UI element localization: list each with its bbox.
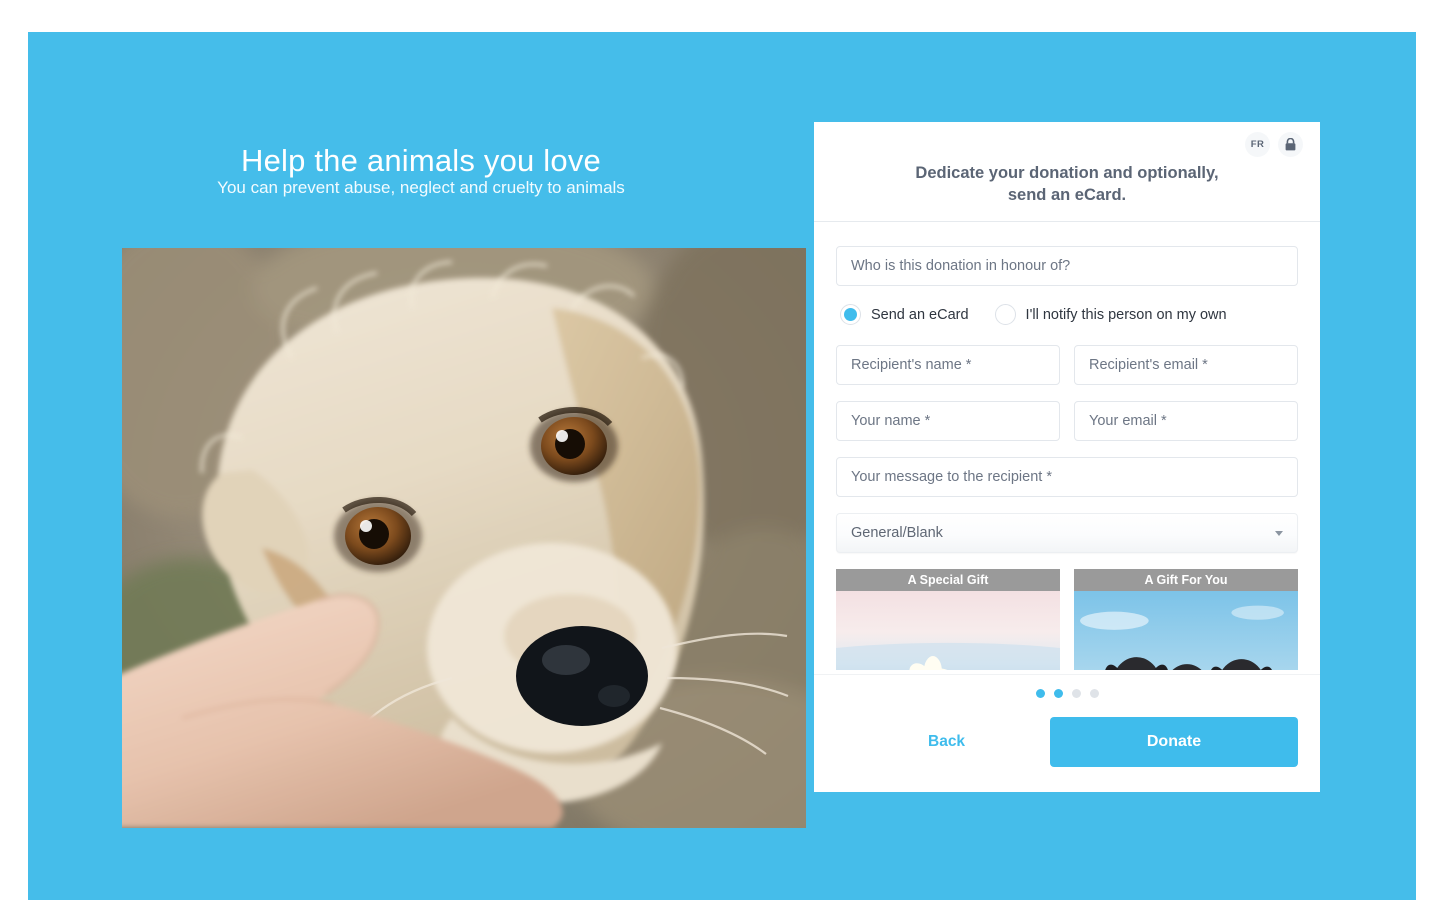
your-email-input[interactable] — [1074, 401, 1298, 441]
language-toggle-button[interactable]: FR — [1245, 132, 1270, 157]
radio-option-send-ecard[interactable]: Send an eCard — [840, 304, 969, 325]
message-input[interactable] — [836, 457, 1298, 497]
pagination-dot[interactable] — [1071, 689, 1081, 698]
hero-section: Help the animals you love You can preven… — [28, 32, 814, 900]
page-root: Help the animals you love You can preven… — [0, 0, 1440, 900]
recipient-row — [836, 345, 1298, 385]
donate-button[interactable]: Donate — [1050, 717, 1298, 767]
recipient-email-input[interactable] — [1074, 345, 1298, 385]
pagination-dot[interactable] — [1035, 689, 1045, 698]
card-body-scroll-area[interactable]: Send an eCard I'll notify this person on… — [814, 222, 1320, 674]
radio-label-send-ecard: Send an eCard — [871, 306, 969, 323]
radio-option-notify-myself[interactable]: I'll notify this person on my own — [994, 304, 1227, 325]
card-footer: Back Donate — [814, 674, 1320, 792]
ecard-art-frangipani — [836, 591, 1060, 674]
header-actions: FR — [1245, 132, 1303, 157]
radio-label-notify-myself: I'll notify this person on my own — [1025, 306, 1227, 323]
ecard-caption: A Gift For You — [1074, 569, 1298, 591]
dog-photo-illustration — [122, 248, 806, 828]
ecard-category-select[interactable]: General/Blank — [836, 513, 1298, 553]
sender-row — [836, 401, 1298, 441]
ecard-gallery: A Special Gift A Gift For You — [836, 569, 1298, 674]
ecard-option-gift-for-you[interactable]: A Gift For You — [1074, 569, 1298, 674]
honouree-input[interactable] — [836, 246, 1298, 286]
page-subtitle: You can prevent abuse, neglect and cruel… — [217, 178, 625, 197]
ecard-option-special-gift[interactable]: A Special Gift — [836, 569, 1060, 674]
page-title: Help the animals you love — [241, 143, 601, 178]
donation-form-card: FR Dedicate your donation and optionally… — [814, 122, 1320, 792]
radio-mark-send-ecard — [840, 304, 861, 325]
ecard-art-puppies — [1074, 591, 1298, 674]
ecard-category-value: General/Blank — [851, 525, 943, 541]
your-name-input[interactable] — [836, 401, 1060, 441]
pagination-dot[interactable] — [1089, 689, 1099, 698]
notification-method-radio-group: Send an eCard I'll notify this person on… — [840, 304, 1298, 325]
ecard-caption: A Special Gift — [836, 569, 1060, 591]
chevron-down-icon — [1275, 531, 1283, 536]
pagination-dot[interactable] — [1053, 689, 1063, 698]
back-button[interactable]: Back — [918, 727, 975, 757]
footer-actions: Back Donate — [836, 717, 1298, 767]
recipient-name-input[interactable] — [836, 345, 1060, 385]
lock-icon[interactable] — [1278, 132, 1303, 157]
step-pagination-dots — [814, 689, 1320, 698]
card-title: Dedicate your donation and optionally, s… — [915, 164, 1219, 205]
radio-mark-notify-myself — [994, 304, 1016, 325]
hero-dog-photo — [122, 248, 806, 828]
card-header: FR Dedicate your donation and optionally… — [814, 122, 1320, 222]
